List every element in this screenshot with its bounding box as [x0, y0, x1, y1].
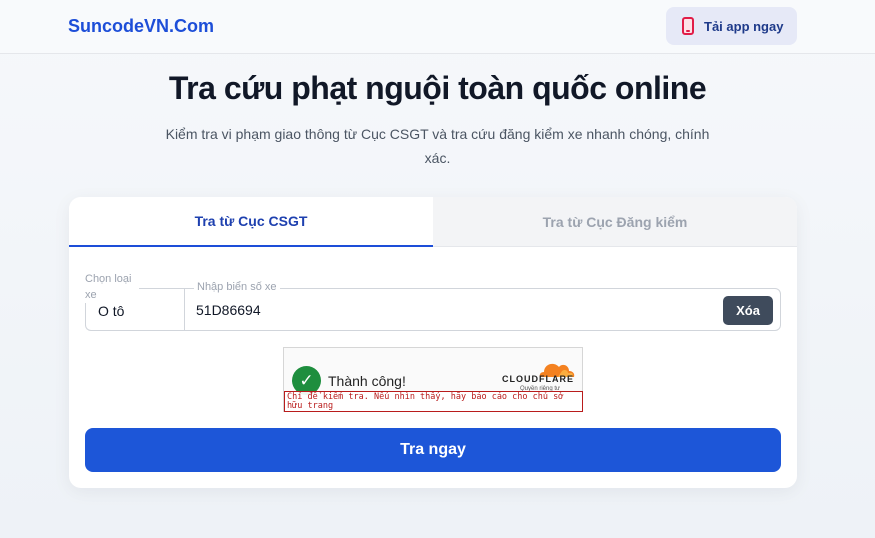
download-app-label: Tải app ngay	[704, 18, 784, 34]
vehicle-type-value: O tô	[98, 303, 125, 319]
test-warning: Chỉ để kiểm tra. Nếu nhìn thấy, hãy báo …	[284, 391, 583, 412]
captcha-widget[interactable]: ✓ Thành công! CLOUDFLARE Quyền riêng tư …	[283, 347, 583, 412]
plate-label: Nhập biển số xe	[194, 281, 280, 293]
lookup-card: Tra từ Cục CSGT Tra từ Cục Đăng kiểm O t…	[69, 197, 797, 488]
page-title: Tra cứu phạt nguội toàn quốc online	[168, 70, 707, 106]
captcha-status: Thành công!	[328, 373, 406, 389]
plate-input[interactable]	[196, 299, 696, 321]
download-app-button[interactable]: Tải app ngay	[666, 7, 797, 45]
submit-button[interactable]: Tra ngay	[85, 428, 781, 472]
plate-field: Xóa	[184, 288, 781, 331]
tab-dang-kiem[interactable]: Tra từ Cục Đăng kiểm	[433, 197, 797, 247]
vehicle-type-label: Chọn loại xe	[83, 271, 139, 303]
phone-icon	[682, 17, 694, 35]
page-subtitle: Kiểm tra vi phạm giao thông từ Cục CSGT …	[165, 126, 710, 166]
cloudflare-wordmark: CLOUDFLARE	[502, 374, 574, 384]
brand-logo-link[interactable]: SuncodeVN.Com	[68, 16, 214, 37]
top-bar: SuncodeVN.Com Tải app ngay	[0, 0, 875, 54]
clear-button[interactable]: Xóa	[723, 296, 773, 325]
tab-csgt[interactable]: Tra từ Cục CSGT	[69, 197, 433, 247]
